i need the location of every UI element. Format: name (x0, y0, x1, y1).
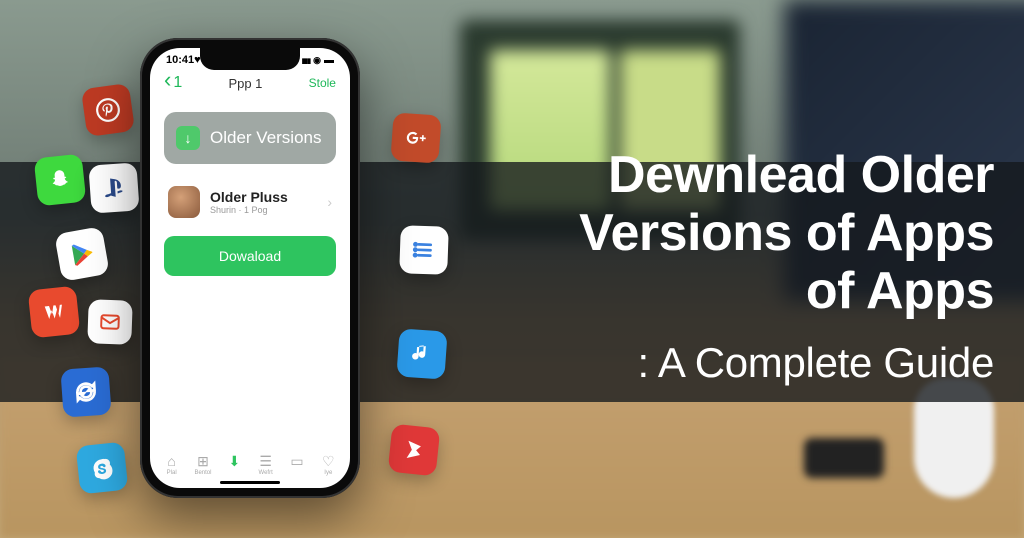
back-label: 1 (173, 74, 182, 92)
headline-line: of Apps (454, 262, 994, 320)
headline-subtitle: : A Complete Guide (454, 339, 994, 387)
header-action-button[interactable]: Stole (309, 76, 336, 90)
status-time: 10:41♥ (166, 54, 201, 66)
heart-icon: ♡ (319, 453, 337, 469)
wattpad-icon (28, 286, 81, 339)
tab-download[interactable]: ⬇ (225, 453, 243, 476)
playstation-icon (88, 162, 139, 213)
skype-icon (76, 442, 129, 495)
bg-accessory (804, 438, 884, 478)
avatar (168, 186, 200, 218)
page-title: Ppp 1 (228, 76, 262, 91)
battery-icon (324, 54, 334, 66)
tab-label: Bentol (194, 470, 211, 476)
signal-icon (302, 54, 311, 66)
app-list-item[interactable]: Older Pluss Shurin · 1 Pog (164, 180, 336, 224)
back-button[interactable]: 1 (164, 74, 182, 92)
grid-icon: ⊞ (194, 453, 212, 469)
download-icon (176, 126, 200, 150)
wifi-icon (313, 54, 321, 66)
tab-book[interactable]: ▭ (288, 453, 306, 476)
tab-bar: ⌂ Plal ⊞ Bentol ⬇ ☰ Wefrt ▭ ♡ Iye (150, 447, 350, 476)
headline-main: Dewnlead Older Versions of Apps of Apps (454, 146, 994, 321)
download-button[interactable]: Dowaload (164, 236, 336, 276)
status-indicators (302, 54, 334, 66)
tab-label: Iye (324, 470, 332, 476)
app-header: 1 Ppp 1 Stole (150, 66, 350, 98)
headline-line: Versions of Apps (454, 204, 994, 262)
chevron-left-icon (164, 74, 171, 92)
arrow-down-icon: ⬇ (225, 453, 243, 469)
tab-grid[interactable]: ⊞ Bentol (194, 453, 212, 476)
playstore-icon (54, 226, 110, 282)
headline: Dewnlead Older Versions of Apps of Apps … (454, 146, 994, 387)
home-indicator (220, 481, 280, 484)
phone-frame: 10:41♥ 1 Ppp 1 Stole Older Versions Olde… (140, 38, 360, 498)
tab-label: Plal (167, 470, 177, 476)
google-plus-icon (390, 112, 441, 163)
item-subtitle: Shurin · 1 Pog (210, 205, 317, 215)
sync-icon (60, 366, 111, 417)
phone-notch (200, 48, 300, 70)
headline-line: Dewnlead Older (454, 146, 994, 204)
chevron-right-icon (327, 194, 332, 210)
tab-label: Wefrt (259, 470, 273, 476)
card-label: Older Versions (210, 128, 322, 148)
book-icon: ▭ (288, 453, 306, 469)
list-app-icon (399, 225, 449, 275)
tab-home[interactable]: ⌂ Plal (163, 453, 181, 476)
stack-icon: ☰ (257, 453, 275, 469)
tab-stack[interactable]: ☰ Wefrt (257, 453, 275, 476)
mail-icon (87, 299, 133, 345)
older-versions-card[interactable]: Older Versions (164, 112, 336, 164)
item-title: Older Pluss (210, 189, 317, 205)
phone-screen: 10:41♥ 1 Ppp 1 Stole Older Versions Olde… (150, 48, 350, 488)
snapchat-icon (34, 154, 87, 207)
item-meta: Older Pluss Shurin · 1 Pog (210, 189, 317, 215)
home-icon: ⌂ (163, 453, 181, 469)
music-app-icon (396, 328, 447, 379)
red-app-icon (388, 424, 441, 477)
tab-heart[interactable]: ♡ Iye (319, 453, 337, 476)
pinterest-icon (81, 83, 135, 137)
